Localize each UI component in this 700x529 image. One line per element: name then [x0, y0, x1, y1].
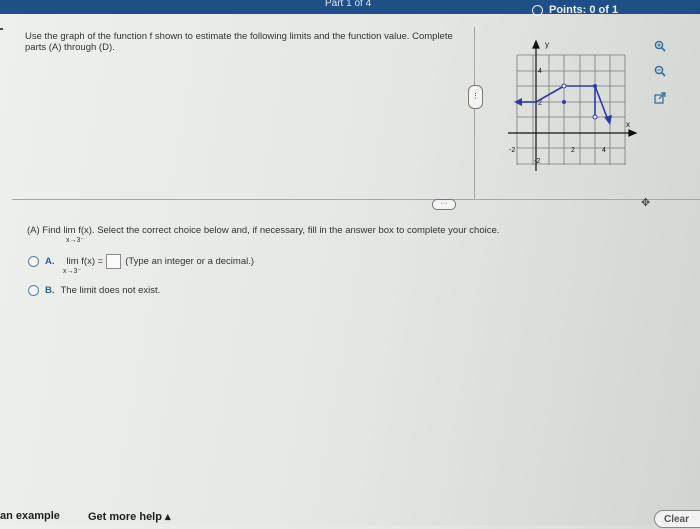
choice-b-letter: B.: [45, 285, 55, 296]
instructions-text: Use the graph of the function f shown to…: [25, 31, 453, 53]
x-tick-label: -2: [509, 147, 515, 154]
graph-arrow-right: [604, 115, 612, 125]
graph-segment: [535, 85, 565, 103]
closed-point: [593, 84, 597, 88]
get-more-help-button[interactable]: Get more help ▴: [88, 510, 171, 523]
y-axis-label: y: [545, 40, 549, 49]
move-icon[interactable]: ✥: [641, 196, 650, 209]
open-point: [592, 114, 598, 120]
zoom-in-icon[interactable]: [652, 38, 668, 54]
pane-resize-handle-horizontal[interactable]: ···: [432, 199, 456, 210]
choice-a-prefix: lim f(x) =: [66, 256, 104, 267]
zoom-out-icon[interactable]: [652, 63, 668, 79]
y-axis-arrow: [532, 39, 540, 49]
choice-b[interactable]: B. The limit does not exist.: [28, 285, 160, 296]
pane-divider-horizontal: [12, 199, 700, 200]
open-point: [561, 83, 567, 89]
choice-b-radio[interactable]: [28, 285, 39, 296]
zoom-out-icon-glyph: [654, 65, 666, 77]
side-marker: [0, 28, 3, 30]
closed-point: [562, 100, 566, 104]
x-axis-label: x: [626, 120, 630, 129]
answer-input[interactable]: [106, 254, 122, 269]
points-label: Points: 0 of 1: [549, 4, 619, 16]
x-axis-arrow: [628, 129, 638, 137]
choice-a[interactable]: A. lim f(x) = (Type an integer or a deci…: [28, 254, 254, 269]
x-tick-label: 4: [602, 147, 606, 154]
choice-a-radio[interactable]: [28, 256, 39, 267]
choice-a-hint: (Type an integer or a decimal.): [125, 256, 255, 267]
question-text: (A) Find lim f(x). Select the correct ch…: [27, 225, 500, 236]
clear-all-button[interactable]: Clear: [654, 510, 700, 528]
function-graph: y x -2 2 4 4 2 -2: [508, 39, 638, 171]
part-indicator: Part 1 of 4: [325, 0, 372, 9]
choice-a-subscript: x→3⁻: [63, 268, 82, 275]
y-tick-label: 4: [538, 68, 542, 75]
y-tick-label: -2: [534, 158, 540, 165]
x-tick-label: 2: [571, 147, 575, 154]
zoom-in-icon-glyph: [654, 40, 666, 52]
choice-b-text: The limit does not exist.: [60, 285, 161, 296]
points-indicator: Points: 0 of 1: [532, 0, 618, 20]
view-example-link[interactable]: an example: [0, 510, 60, 522]
points-ring-icon: [532, 4, 543, 16]
pane-divider-vertical: [474, 27, 475, 199]
graph-arrow-left: [514, 98, 522, 106]
popout-icon-glyph: [654, 92, 666, 104]
graph-segment: [594, 85, 609, 121]
choice-a-letter: A.: [45, 256, 55, 267]
pane-resize-handle-vertical[interactable]: ⋮: [468, 85, 483, 109]
popout-icon[interactable]: [652, 90, 668, 106]
limit-subscript: x→3⁻: [66, 237, 85, 244]
